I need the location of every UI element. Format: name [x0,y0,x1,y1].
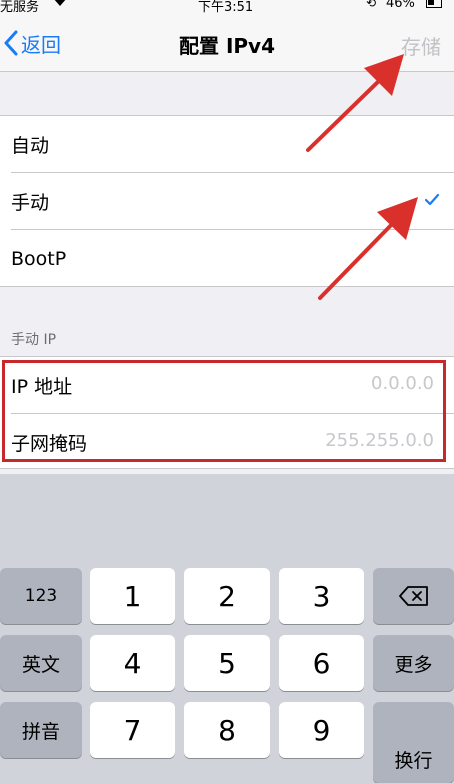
carrier-label: 无服务 [0,0,40,15]
checkmark-icon [424,193,440,206]
field-label: IP 地址 [11,376,73,398]
subnet-mask-placeholder: 255.255.0.0 [325,430,434,451]
ip-address-field[interactable]: IP 地址 0.0.0.0 [0,357,454,414]
orientation-lock-icon: ⟲ [366,0,377,10]
delete-key[interactable] [373,568,454,624]
save-button[interactable]: 存储 [401,31,441,60]
mode-option-auto[interactable]: 自动 [0,116,454,173]
key-6[interactable]: 6 [279,635,364,691]
key-english[interactable]: 英文 [0,635,82,691]
key-8[interactable]: 8 [184,702,270,758]
battery-percentage: 46% [386,0,415,11]
clock: 下午3:51 [198,0,254,15]
subnet-mask-field[interactable]: 子网掩码 255.255.0.0 [0,413,454,471]
field-label: 子网掩码 [11,433,88,455]
key-pinyin[interactable]: 拼音 [0,702,82,758]
section-header-manual-ip: 手动 IP [11,332,57,348]
key-4[interactable]: 4 [90,635,175,691]
key-2[interactable]: 2 [184,568,270,624]
status-bar: 无服务 下午3:51 ⟲ 46% [0,0,454,15]
ipv4-mode-list: 自动 手动 BootP [0,115,454,287]
mode-option-label: 自动 [11,135,50,157]
mode-option-label: 手动 [11,192,50,214]
key-1[interactable]: 1 [90,568,175,624]
mode-option-bootp[interactable]: BootP [0,229,454,287]
mode-option-manual[interactable]: 手动 [0,172,454,230]
battery-icon [426,0,442,8]
delete-icon [398,586,428,606]
key-return[interactable]: 换行 [373,702,454,783]
key-123[interactable]: 123 [0,568,82,624]
keyboard: 123 英文 拼音 1 2 3 4 5 6 7 8 9 更多 换行 [0,474,454,783]
manual-ip-fields: IP 地址 0.0.0.0 子网掩码 255.255.0.0 [0,356,454,469]
key-3[interactable]: 3 [279,568,364,624]
navigation-bar: 返回 配置 IPv4 存储 [0,14,454,72]
key-9[interactable]: 9 [279,702,364,758]
key-5[interactable]: 5 [184,635,270,691]
ip-address-placeholder: 0.0.0.0 [371,373,434,394]
page-title: 配置 IPv4 [178,34,275,58]
wifi-icon [52,0,68,11]
key-more[interactable]: 更多 [373,635,454,691]
mode-option-label: BootP [11,247,67,270]
key-7[interactable]: 7 [90,702,175,758]
